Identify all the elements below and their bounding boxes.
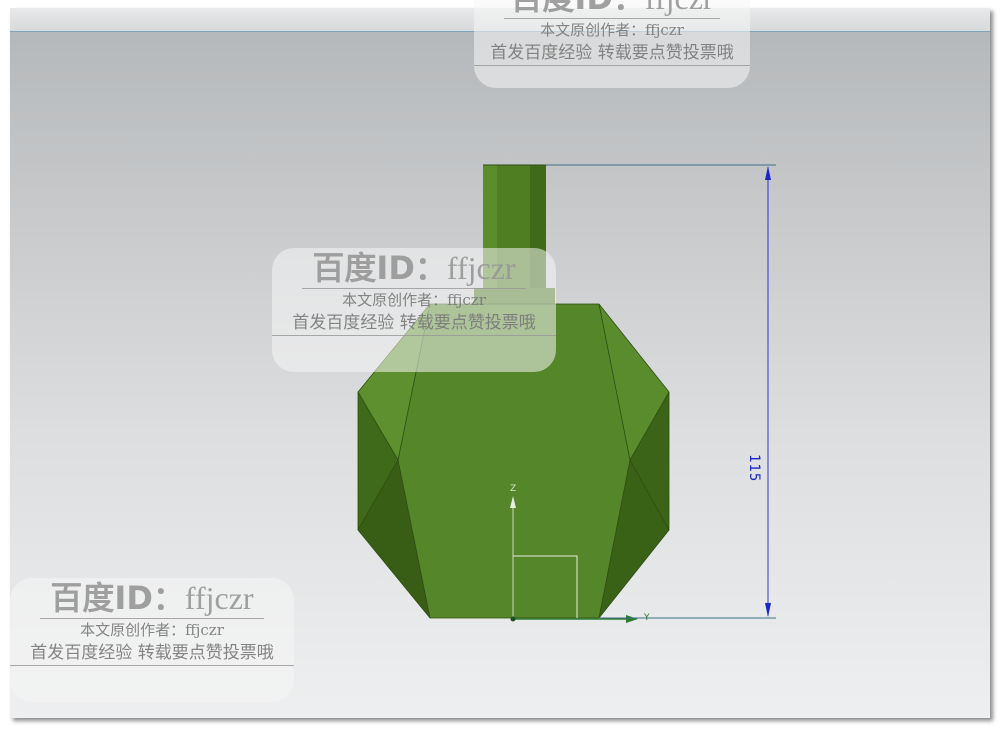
watermark-top: 百度ID：ffjczr 本文原创作者：ffjczr 首发百度经验 转载要点赞投票… — [474, 0, 750, 88]
watermark-bottom-left: 百度ID：ffjczr 本文原创作者：ffjczr 首发百度经验 转载要点赞投票… — [10, 578, 294, 702]
z-axis-label: Z — [510, 484, 517, 494]
y-axis-label: Y — [644, 613, 650, 623]
watermark-center: 百度ID：ffjczr 本文原创作者：ffjczr 首发百度经验 转载要点赞投票… — [272, 248, 556, 372]
dimension-value[interactable]: 115 — [746, 454, 762, 482]
